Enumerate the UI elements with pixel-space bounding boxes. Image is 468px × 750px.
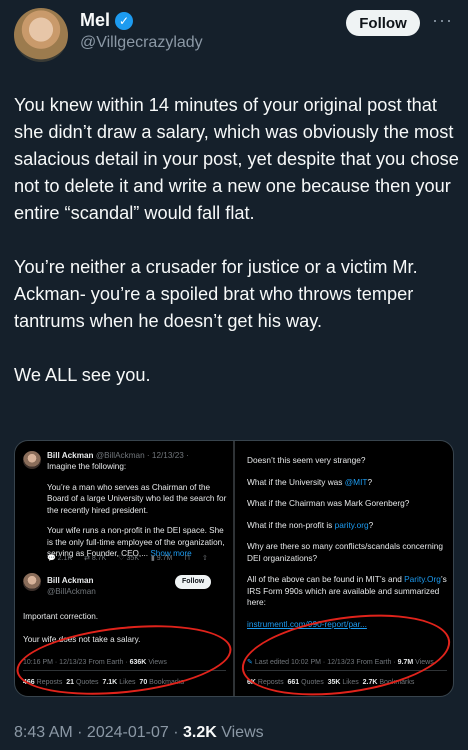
quoted-author-name: Bill Ackman: [47, 451, 94, 460]
post-time[interactable]: 8:43 AM: [14, 724, 73, 741]
quoted-meta: @BillAckman · 12/13/23 ·: [95, 451, 189, 460]
avatar[interactable]: [14, 8, 68, 62]
follow-button[interactable]: Follow: [346, 10, 420, 36]
author-handle[interactable]: @Villgecrazylady: [80, 34, 203, 52]
reply-avatar: [23, 573, 41, 591]
red-annotation-circle: [15, 615, 233, 696]
right-line5: Why are there so many conflicts/scandals…: [247, 541, 443, 563]
reply-line1: Important correction.: [23, 612, 99, 621]
view-total: 3.2K: [182, 724, 217, 741]
tweet-body: You knew within 14 minutes of your origi…: [14, 92, 462, 416]
tweet-header: Mel ✓ @Villgecrazylady Follow ···: [0, 0, 468, 70]
right-line6: All of the above can be found in MIT’s a…: [247, 574, 447, 607]
tweet-paragraph: You knew within 14 minutes of your origi…: [14, 95, 459, 223]
right-line4: What if the non-profit is parity.org?: [247, 519, 374, 530]
verified-badge-icon: ✓: [115, 11, 134, 30]
mit-mention-link[interactable]: @MIT: [345, 477, 368, 487]
quoted-avatar: [23, 451, 41, 469]
parity-link[interactable]: parity.org: [335, 520, 369, 530]
author-name[interactable]: Mel: [80, 10, 110, 31]
right-line3: What if the Chairman was Mark Gorenberg?: [247, 498, 410, 508]
reply-follow-button[interactable]: Follow: [175, 575, 212, 589]
tweet-paragraph: You’re neither a crusader for justice or…: [14, 257, 418, 331]
screenshot-left[interactable]: Bill Ackman @BillAckman · 12/13/23 · Ima…: [15, 441, 233, 696]
attached-images[interactable]: Bill Ackman @BillAckman · 12/13/23 · Ima…: [14, 440, 454, 697]
more-options-icon[interactable]: ···: [432, 10, 453, 31]
view-count[interactable]: ▮ 9.7M: [151, 553, 172, 565]
right-line1: Doesn’t this seem very strange?: [247, 455, 366, 465]
quoted-para1: You’re a man who serves as Chairman of t…: [47, 482, 227, 515]
right-line2: What if the University was @MIT?: [247, 476, 373, 487]
repost-count[interactable]: ⇄ 8.7K: [84, 553, 106, 565]
quoted-intro: Imagine the following:: [47, 462, 127, 471]
author-name-row: Mel ✓: [80, 10, 134, 31]
reply-count[interactable]: 💬 2.1K: [47, 553, 72, 565]
views-label: Views: [221, 724, 264, 741]
reply-author-name: Bill Ackman: [47, 576, 94, 585]
quoted-text: Imagine the following: You’re a man who …: [47, 461, 227, 560]
like-count[interactable]: ♡ 35K: [118, 553, 139, 565]
bookmark-icon[interactable]: ⊓: [184, 553, 189, 565]
tweet-footer: 8:43 AM · 2024-01-07 · 3.2K Views: [14, 724, 264, 741]
post-date[interactable]: 2024-01-07: [87, 724, 169, 741]
quoted-author: Bill Ackman @BillAckman · 12/13/23 ·: [47, 450, 189, 462]
reply-author-handle: @BillAckman: [47, 587, 96, 596]
screenshot-right[interactable]: Doesn’t this seem very strange? What if …: [235, 441, 453, 696]
quoted-actions: 💬 2.1K ⇄ 8.7K ♡ 35K ▮ 9.7M ⊓ ⇧: [47, 553, 208, 565]
tweet-paragraph: We ALL see you.: [14, 365, 151, 385]
parity-org-link[interactable]: Parity.Org: [404, 574, 441, 584]
right-thread-text: Doesn’t this seem very strange? What if …: [247, 455, 447, 640]
share-icon[interactable]: ⇧: [202, 553, 208, 565]
